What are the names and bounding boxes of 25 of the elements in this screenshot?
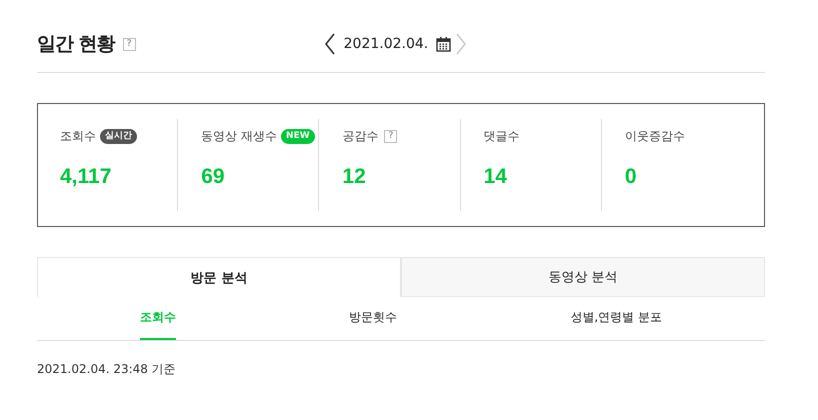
- calendar-icon[interactable]: [436, 36, 452, 52]
- realtime-badge: 실시간: [100, 128, 137, 144]
- stat-value: 14: [484, 165, 508, 189]
- stat-label: 조회수: [60, 128, 96, 144]
- chevron-right-icon: [455, 33, 468, 55]
- timestamp-text: 2021.02.04. 23:48 기준: [37, 361, 177, 378]
- stat-label: 댓글수: [484, 128, 520, 144]
- chevron-left-icon: [324, 33, 336, 55]
- stat-value: 4,117: [60, 165, 112, 189]
- stat-value: 69: [201, 165, 226, 189]
- new-badge: NEW: [281, 128, 315, 144]
- stat-value: 12: [342, 165, 367, 189]
- stat-label: 이웃증감수: [624, 128, 685, 144]
- stat-label: 동영상 재생수: [201, 128, 278, 144]
- stat-value: 0: [624, 165, 638, 189]
- previous-day-button[interactable]: [324, 33, 336, 55]
- page-title: 일간 현황: [37, 32, 115, 57]
- date-label: 2021.02.04.: [344, 36, 428, 52]
- help-icon[interactable]: ?: [122, 38, 136, 50]
- subtab[interactable]: 성별,연령별 분포: [570, 297, 662, 340]
- help-icon[interactable]: ?: [384, 130, 398, 142]
- tab[interactable]: 동영상 분석: [401, 257, 765, 297]
- stat-label: 공감수: [342, 128, 378, 144]
- tab[interactable]: 방문 분석: [37, 257, 401, 297]
- subtab[interactable]: 방문횟수: [349, 297, 398, 340]
